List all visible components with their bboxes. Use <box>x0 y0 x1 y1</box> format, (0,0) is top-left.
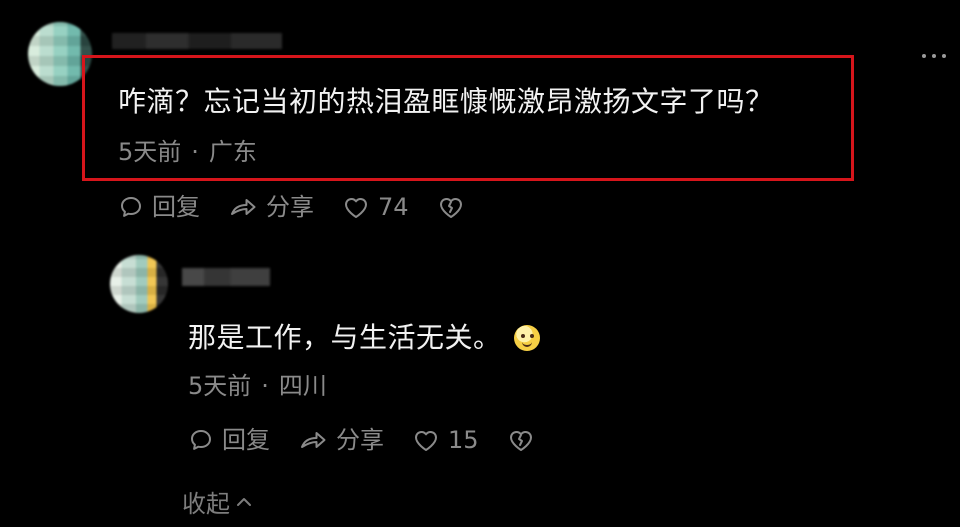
dot <box>942 54 946 58</box>
comment-bubble-icon <box>188 427 214 453</box>
comment-actions: 回复 分享 74 <box>118 192 465 222</box>
reply-text: 那是工作，与生活无关。 <box>188 321 502 354</box>
more-options-icon[interactable] <box>922 54 946 58</box>
comment-text: 咋滴？忘记当初的热泪盈眶慷慨激昂激扬文字了吗？ <box>118 85 774 118</box>
reply-label: 回复 <box>152 193 200 221</box>
share-arrow-icon <box>228 194 258 220</box>
comment-bubble-icon <box>118 194 144 220</box>
comment-meta: 5天前 · 广东 <box>118 137 257 167</box>
meta-separator: · <box>191 138 199 166</box>
reply-meta: 5天前 · 四川 <box>188 371 327 401</box>
heart-outline-icon <box>412 427 440 453</box>
heart-outline-icon <box>342 194 370 220</box>
username-blurred-1[interactable] <box>112 33 282 49</box>
dot <box>932 54 936 58</box>
reply-label: 回复 <box>222 426 270 454</box>
reply-actions: 回复 分享 15 <box>188 425 535 455</box>
smile-emoji-icon <box>513 325 540 351</box>
broken-heart-icon <box>437 194 465 220</box>
comment-location: 广东 <box>208 138 257 166</box>
share-button[interactable]: 分享 <box>228 192 314 222</box>
share-label: 分享 <box>336 426 384 454</box>
share-button-2[interactable]: 分享 <box>298 425 384 455</box>
broken-heart-icon <box>507 427 535 453</box>
share-arrow-icon <box>298 427 328 453</box>
username-blurred-2[interactable] <box>182 268 270 286</box>
meta-separator: · <box>261 372 269 400</box>
dislike-button-2[interactable] <box>507 427 535 453</box>
share-label: 分享 <box>266 193 314 221</box>
like-count: 15 <box>448 426 479 454</box>
reply-location: 四川 <box>278 372 327 400</box>
like-button[interactable]: 74 <box>342 192 409 222</box>
reply-time: 5天前 <box>188 372 252 400</box>
collapse-button[interactable]: 收起 <box>182 484 252 519</box>
like-count: 74 <box>378 193 409 221</box>
reply-content: 那是工作，与生活无关。 <box>188 320 540 356</box>
collapse-label: 收起 <box>182 490 230 518</box>
dislike-button[interactable] <box>437 194 465 220</box>
like-button-2[interactable]: 15 <box>412 425 479 455</box>
reply-button[interactable]: 回复 <box>118 192 200 222</box>
chevron-up-icon <box>236 496 252 508</box>
avatar-replier[interactable] <box>110 255 168 313</box>
reply-button-2[interactable]: 回复 <box>188 425 270 455</box>
dot <box>922 54 926 58</box>
comment-time: 5天前 <box>118 138 182 166</box>
